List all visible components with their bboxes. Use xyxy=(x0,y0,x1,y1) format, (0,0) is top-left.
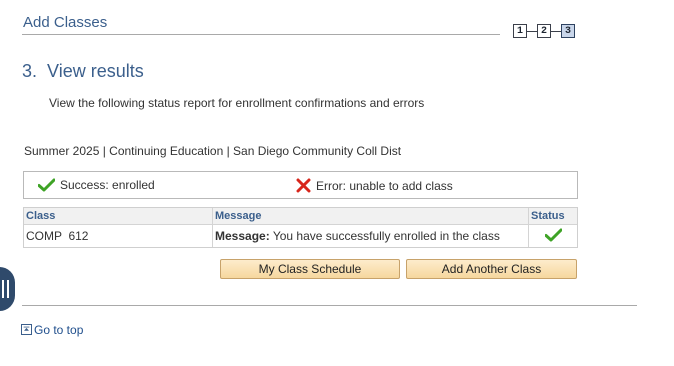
legend-success-label: Success: enrolled xyxy=(60,178,155,192)
arrow-up-icon xyxy=(21,324,32,335)
title-divider xyxy=(22,34,500,35)
status-legend: Success: enrolled Error: unable to add c… xyxy=(23,171,578,199)
message-label: Message: xyxy=(215,229,270,243)
side-panel-toggle[interactable] xyxy=(0,267,15,311)
step-connector xyxy=(527,30,537,32)
results-table: Class Message Status COMP 612 Message: Y… xyxy=(23,207,578,248)
legend-error-label: Error: unable to add class xyxy=(316,178,453,193)
step-1: 1 xyxy=(513,24,527,38)
column-header-status: Status xyxy=(528,208,577,225)
class-cell: COMP 612 xyxy=(26,229,89,243)
my-class-schedule-button[interactable]: My Class Schedule xyxy=(220,259,400,279)
term-info: Summer 2025 | Continuing Education | San… xyxy=(24,144,402,158)
step-indicator: 1 2 3 xyxy=(513,22,575,40)
message-cell: Message: You have successfully enrolled … xyxy=(212,224,529,247)
grip-bar xyxy=(2,280,4,298)
step-2: 2 xyxy=(537,24,551,38)
column-header-class: Class xyxy=(24,208,213,225)
column-header-message: Message xyxy=(212,208,529,225)
footer-divider xyxy=(22,305,637,306)
status-cell xyxy=(528,224,577,247)
grip-bar xyxy=(7,280,9,298)
error-x-icon xyxy=(296,178,311,193)
legend-success: Success: enrolled xyxy=(38,178,155,192)
step-heading: 3. View results xyxy=(22,61,144,81)
check-icon xyxy=(38,178,55,192)
go-to-top-label[interactable]: Go to top xyxy=(34,323,83,337)
instructions-text: View the following status report for enr… xyxy=(49,96,425,110)
page-title: Add Classes xyxy=(23,14,108,31)
step-connector xyxy=(551,30,561,32)
legend-error: Error: unable to add class xyxy=(296,178,453,193)
table-row: COMP 612 Message: You have successfully … xyxy=(24,224,577,247)
go-to-top-link[interactable]: Go to top xyxy=(21,323,83,337)
add-another-class-button[interactable]: Add Another Class xyxy=(406,259,577,279)
check-icon xyxy=(544,228,562,241)
message-text: You have successfully enrolled in the cl… xyxy=(272,229,500,243)
step-3-current: 3 xyxy=(561,24,575,38)
